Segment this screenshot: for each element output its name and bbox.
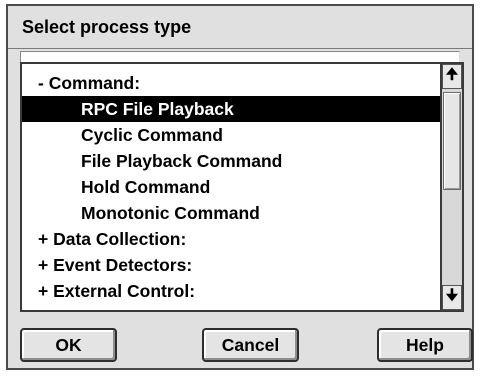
list-category[interactable]: + Data Collection:	[22, 226, 442, 252]
scroll-down-button[interactable]: 🠋	[442, 285, 462, 310]
select-process-dialog: Select process type - Command: RPC File P…	[6, 4, 474, 370]
cancel-button[interactable]: Cancel	[202, 328, 299, 362]
list-item[interactable]: Cyclic Command	[22, 122, 442, 148]
ok-button[interactable]: OK	[20, 328, 117, 362]
list-category[interactable]: + Event Detectors:	[22, 252, 442, 278]
scrollbar-thumb[interactable]	[443, 92, 461, 190]
help-button[interactable]: Help	[377, 328, 473, 362]
arrow-down-icon: 🠋	[445, 287, 459, 304]
scroll-up-button[interactable]: 🠉	[442, 64, 462, 89]
list-items: - Command: RPC File Playback Cyclic Comman…	[22, 70, 442, 304]
arrow-up-icon: 🠉	[445, 66, 459, 83]
list-item[interactable]: Monotonic Command	[22, 200, 442, 226]
list-item[interactable]: RPC File Playback	[22, 96, 442, 122]
list-category[interactable]: + External Control:	[22, 278, 442, 304]
vertical-scrollbar[interactable]: 🠉 🠋	[440, 64, 462, 310]
list-category[interactable]: - Command:	[22, 70, 442, 96]
list-item[interactable]: Hold Command	[22, 174, 442, 200]
list-item[interactable]: File Playback Command	[22, 148, 442, 174]
dialog-title: Select process type	[22, 17, 192, 37]
process-type-list[interactable]: - Command: RPC File Playback Cyclic Comman…	[20, 62, 464, 312]
title-divider	[8, 48, 472, 49]
